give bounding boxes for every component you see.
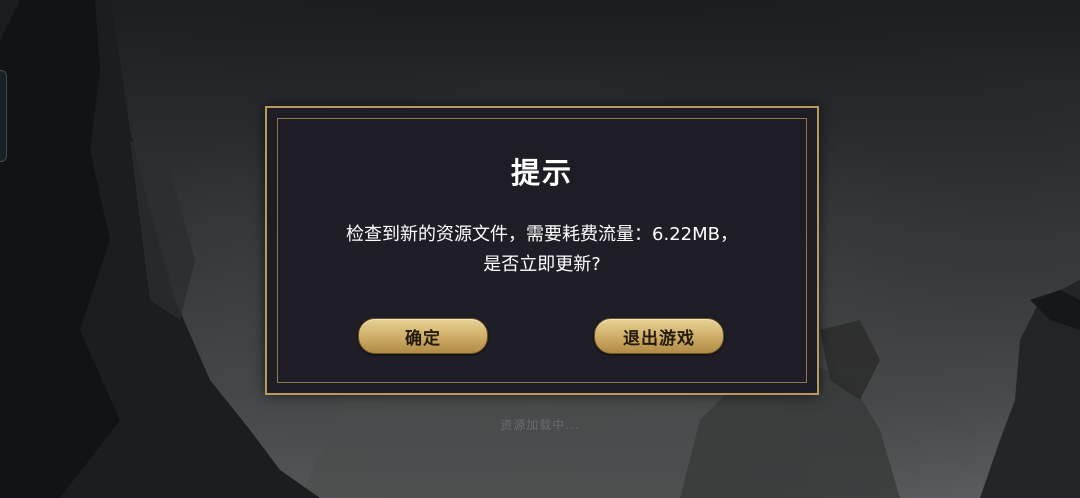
side-drawer-handle[interactable]	[0, 70, 7, 162]
dialog-message: 检查到新的资源文件，需要耗费流量：6.22MB， 是否立即更新?	[307, 220, 777, 280]
dialog-message-line-1: 检查到新的资源文件，需要耗费流量：6.22MB，	[346, 224, 738, 245]
loading-status-text: 资源加载中...	[500, 418, 580, 432]
dialog-title: 提示	[510, 156, 573, 190]
update-prompt-dialog: 提示 检查到新的资源文件，需要耗费流量：6.22MB， 是否立即更新? 确定 退…	[265, 106, 819, 395]
exit-game-button[interactable]: 退出游戏	[594, 318, 724, 354]
dialog-message-line-2: 是否立即更新?	[483, 254, 601, 275]
confirm-button[interactable]: 确定	[358, 318, 488, 354]
